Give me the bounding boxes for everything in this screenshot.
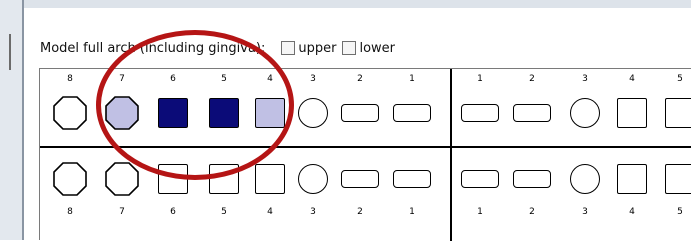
lower-l2-tooth-button[interactable]: [513, 170, 551, 188]
upper-tooth-number: 6: [170, 74, 176, 84]
full-arch-label: Model full arch (including gingiva):: [40, 40, 266, 56]
upper-tooth-number: 5: [677, 74, 683, 84]
arch-divider-vertical: [450, 69, 452, 241]
lower-r8-tooth-button[interactable]: [53, 162, 87, 196]
upper-tooth-number: 1: [477, 74, 483, 84]
lower-tooth-number: 5: [677, 207, 683, 217]
lower-r6-tooth-button[interactable]: [158, 164, 188, 194]
upper-checkbox-label: upper: [298, 40, 337, 56]
lower-tooth-number: 4: [267, 207, 273, 217]
upper-tooth-number: 5: [221, 74, 227, 84]
upper-checkbox-box[interactable]: [281, 41, 296, 55]
upper-tooth-number: 2: [529, 74, 535, 84]
lower-r5-tooth-button[interactable]: [209, 164, 239, 194]
upper-tooth-number: 2: [357, 74, 363, 84]
upper-tooth-number: 1: [409, 74, 415, 84]
upper-r1-tooth-button[interactable]: [393, 104, 431, 122]
lower-tooth-number: 1: [477, 207, 483, 217]
lower-tooth-number: 1: [409, 207, 415, 217]
lower-tooth-number: 4: [629, 207, 635, 217]
lower-tooth-number: 8: [67, 207, 73, 217]
upper-tooth-number: 7: [119, 74, 125, 84]
lower-tooth-number: 3: [310, 207, 316, 217]
upper-l4-tooth-button[interactable]: [617, 98, 647, 128]
window-left-border: [0, 0, 24, 240]
lower-checkbox[interactable]: lower: [342, 41, 395, 56]
lower-tooth-number: 6: [170, 207, 176, 217]
upper-tooth-number: 3: [310, 74, 316, 84]
upper-tooth-number: 4: [629, 74, 635, 84]
upper-r2-tooth-button[interactable]: [341, 104, 379, 122]
lower-tooth-number: 5: [221, 207, 227, 217]
upper-tooth-number: 3: [582, 74, 588, 84]
upper-l3-tooth-button[interactable]: [570, 98, 600, 128]
lower-r3-tooth-button[interactable]: [298, 164, 328, 194]
lower-checkbox-box[interactable]: [342, 41, 357, 55]
upper-r5-tooth-button[interactable]: [209, 98, 239, 128]
full-arch-row: Model full arch (including gingiva): upp…: [40, 38, 401, 58]
upper-r6-tooth-button[interactable]: [158, 98, 188, 128]
window-top-border: [0, 0, 691, 8]
lower-tooth-number: 2: [529, 207, 535, 217]
upper-r8-tooth-button[interactable]: [53, 96, 87, 130]
lower-tooth-number: 2: [357, 207, 363, 217]
lower-l1-tooth-button[interactable]: [461, 170, 499, 188]
upper-tooth-number: 4: [267, 74, 273, 84]
upper-r4-tooth-button[interactable]: [255, 98, 285, 128]
lower-checkbox-label: lower: [359, 40, 396, 56]
lower-tooth-number: 7: [119, 207, 125, 217]
lower-r1-tooth-button[interactable]: [393, 170, 431, 188]
lower-l3-tooth-button[interactable]: [570, 164, 600, 194]
arch-divider-horizontal: [40, 146, 691, 148]
upper-l2-tooth-button[interactable]: [513, 104, 551, 122]
lower-tooth-number: 3: [582, 207, 588, 217]
upper-tooth-number: 8: [67, 74, 73, 84]
upper-l1-tooth-button[interactable]: [461, 104, 499, 122]
lower-r7-tooth-button[interactable]: [105, 162, 139, 196]
upper-l5-tooth-button[interactable]: [665, 98, 691, 128]
upper-r7-tooth-button[interactable]: [105, 96, 139, 130]
lower-l5-tooth-button[interactable]: [665, 164, 691, 194]
lower-l4-tooth-button[interactable]: [617, 164, 647, 194]
upper-r3-tooth-button[interactable]: [298, 98, 328, 128]
upper-checkbox[interactable]: upper: [281, 41, 336, 56]
lower-r2-tooth-button[interactable]: [341, 170, 379, 188]
tooth-chart: 8 8 7 7 6 6 5 5 4 4 3 3 2 2 1 1 1 1 2 2 3 3 4 4 5 5: [39, 68, 691, 241]
lower-r4-tooth-button[interactable]: [255, 164, 285, 194]
